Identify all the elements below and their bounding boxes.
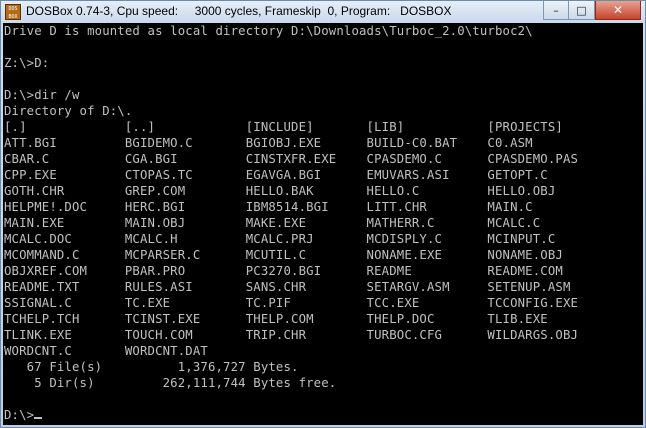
dosbox-window: DOS BOX DOSBox 0.74-3, Cpu speed: 3000 cy…	[0, 0, 646, 428]
text-cursor	[34, 417, 43, 419]
console-line: Drive D is mounted as local directory D:…	[4, 24, 533, 38]
console-line: GOTH.CHR GREP.COM HELLO.BAK HELLO.C HELL…	[4, 184, 556, 198]
console-line: CBAR.C CGA.BGI CINSTXFR.EXE CPASDEMO.C C…	[4, 152, 579, 166]
console-line: TLINK.EXE TOUCH.COM TRIP.CHR TURBOC.CFG …	[4, 328, 579, 342]
console-line: [.] [..] [INCLUDE] [LIB] [PROJECTS]	[4, 120, 563, 134]
console-line: TCHELP.TCH TCINST.EXE THELP.COM THELP.DO…	[4, 312, 548, 326]
console-line: WORDCNT.C WORDCNT.DAT	[4, 344, 208, 358]
maximize-button[interactable]: □	[569, 1, 595, 20]
console-line: MCALC.DOC MCALC.H MCALC.PRJ MCDISPLY.C M…	[4, 232, 556, 246]
title-bar[interactable]: DOS BOX DOSBox 0.74-3, Cpu speed: 3000 cy…	[1, 1, 645, 23]
console-line: SSIGNAL.C TC.EXE TC.PIF TCC.EXE TCCONFIG…	[4, 296, 579, 310]
command-prompt: D:\>	[4, 408, 35, 422]
console-line: README.TXT RULES.ASI SANS.CHR SETARGV.AS…	[4, 280, 571, 294]
minimize-button[interactable]: –	[543, 1, 569, 20]
dosbox-icon[interactable]: DOS BOX	[5, 4, 21, 20]
dos-console[interactable]: Drive D is mounted as local directory D:…	[3, 23, 643, 425]
console-line: Directory of D:\.	[4, 104, 133, 118]
console-line: MCOMMAND.C MCPARSER.C MCUTIL.C NONAME.EX…	[4, 248, 563, 262]
window-title: DOSBox 0.74-3, Cpu speed: 3000 cycles, F…	[26, 4, 452, 18]
prompt-line[interactable]: D:\>	[4, 407, 643, 423]
console-line: MAIN.EXE MAIN.OBJ MAKE.EXE MATHERR.C MCA…	[4, 216, 541, 230]
console-output: Drive D is mounted as local directory D:…	[3, 23, 643, 423]
console-line: D:\>dir /w	[4, 88, 80, 102]
console-line: 5 Dir(s) 262,111,744 Bytes free.	[4, 376, 337, 390]
console-line: OBJXREF.COM PBAR.PRO PC3270.BGI README R…	[4, 264, 563, 278]
console-line: CPP.EXE CTOPAS.TC EGAVGA.BGI EMUVARS.ASI…	[4, 168, 548, 182]
console-line: ATT.BGI BGIDEMO.C BGIOBJ.EXE BUILD-C0.BA…	[4, 136, 533, 150]
close-button[interactable]: ✕	[595, 1, 641, 20]
console-line: Z:\>D:	[4, 56, 50, 70]
console-line: 67 File(s) 1,376,727 Bytes.	[4, 360, 299, 374]
console-line: HELPME!.DOC HERC.BGI IBM8514.BGI LITT.CH…	[4, 200, 533, 214]
